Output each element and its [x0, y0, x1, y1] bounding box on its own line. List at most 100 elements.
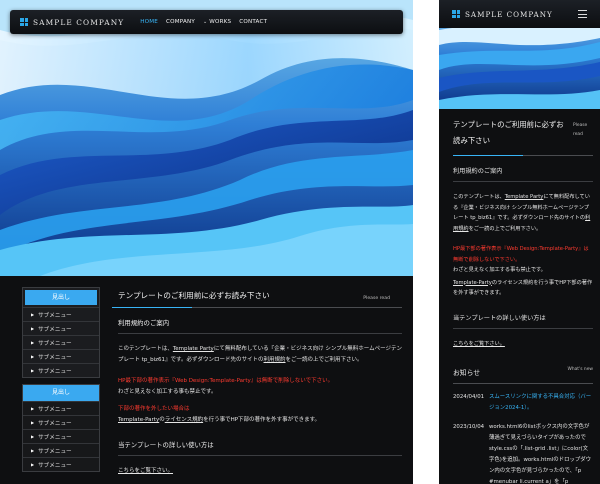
- mobile-section-heading-usage: 当テンプレートの詳しい使い方は: [453, 313, 593, 329]
- sidebar-item-label: サブメニュー: [38, 462, 72, 469]
- sidebar-item-label: サブメニュー: [38, 312, 72, 319]
- nav-company[interactable]: COMPANY: [166, 19, 195, 25]
- mobile-license-paragraph: Template-Partyのライセンス規約を行う事でHP下部の著作を外す事がで…: [453, 278, 593, 299]
- triangle-right-icon: ▶: [31, 406, 35, 411]
- mobile-page-title: テンプレートのご利用前に必ずお読み下さい: [453, 120, 564, 145]
- template-party-link[interactable]: Template Party: [173, 346, 214, 352]
- sidebar-box-2: 見出し ▶ サブメニュー ▶ サブメニュー ▶ サブメニュー ▶ サブメニュー ▶ サブメ…: [22, 384, 100, 472]
- triangle-right-icon: ▶: [31, 434, 35, 439]
- text: をご一読の上でご利用下さい。: [285, 357, 363, 363]
- sidebar-item[interactable]: ▶ サブメニュー: [23, 443, 99, 457]
- sidebar-item[interactable]: ▶ サブメニュー: [23, 415, 99, 429]
- license-paragraph: Template-Partyのライセンス規約を行う事でHP下部の著作を外す事がで…: [118, 415, 402, 426]
- triangle-right-icon: ▶: [31, 368, 35, 373]
- news-text: works.html6のlistボックス内の文字色が薄過ぎて見えづらいタイプがあ…: [489, 424, 592, 484]
- title-accent-line: [453, 155, 523, 156]
- sidebar-heading: 見出し: [23, 385, 99, 401]
- sidebar-item[interactable]: ▶ サブメニュー: [23, 321, 99, 335]
- usage-link[interactable]: こちらをご覧下さい。: [453, 341, 505, 347]
- mobile-section-heading-terms: 利用規約のご案内: [453, 166, 593, 182]
- mobile-preview: SAMPLE COMPANY テンプレートのご利用前に必ずお読み下さい Plea…: [439, 0, 600, 484]
- text: このテンプレートは、: [118, 346, 173, 352]
- triangle-right-icon: ▶: [31, 340, 35, 345]
- usage-paragraph: こちらをご覧下さい。: [118, 466, 402, 477]
- sidebar-item[interactable]: ▶ サブメニュー: [23, 401, 99, 415]
- sidebar-item-label: サブメニュー: [38, 448, 72, 455]
- mobile-terms-paragraph: このテンプレートは、Template Partyにて無料配布している『企業・ビジ…: [453, 192, 593, 234]
- news-heading-row: お知らせ What's new: [453, 367, 593, 384]
- mobile-copyright-warning: HP最下部の著作表示『Web Design:Template-Party』は無断…: [453, 246, 589, 263]
- triangle-right-icon: ▶: [31, 312, 35, 317]
- nav-works[interactable]: WORKS: [209, 19, 231, 25]
- hero-image: [0, 0, 413, 276]
- main-content: テンプレートのご利用前に必ずお読み下さい Please read 利用規約のご案…: [112, 290, 402, 477]
- main-menu: HOME COMPANY ⌄ WORKS CONTACT: [140, 19, 275, 25]
- top-navigation-bar: SAMPLE COMPANY HOME COMPANY ⌄ WORKS CONT…: [10, 10, 403, 34]
- terms-paragraph: このテンプレートは、Template Partyにて無料配布している『企業・ビジ…: [118, 344, 402, 366]
- triangle-right-icon: ▶: [31, 326, 35, 331]
- sidebar-item[interactable]: ▶ サブメニュー: [23, 349, 99, 363]
- logo-icon: [452, 10, 460, 18]
- sidebar-item[interactable]: ▶ サブメニュー: [23, 363, 99, 377]
- triangle-right-icon: ▶: [31, 448, 35, 453]
- news-item: 2024/04/01 スムースリンクに関する不具合対応（バージョン2024-1）…: [453, 392, 593, 414]
- no-hide-note: わざと見えなく加工する事も禁止です。: [118, 389, 217, 395]
- sidebar-item-label: サブメニュー: [38, 340, 72, 347]
- sidebar-item-label: サブメニュー: [38, 434, 72, 441]
- mobile-main-content: テンプレートのご利用前に必ずお読み下さい Please read 利用規約のご案…: [453, 117, 593, 484]
- triangle-right-icon: ▶: [31, 420, 35, 425]
- news-item: 2023/10/04 works.html6のlistボックス内の文字色が薄過ぎ…: [453, 422, 593, 484]
- text: このテンプレートは、: [453, 194, 505, 200]
- sidebar-heading: 見出し: [25, 290, 97, 305]
- mobile-page-title-row: テンプレートのご利用前に必ずお読み下さい Please read: [453, 117, 593, 156]
- usage-link[interactable]: こちらをご覧下さい。: [118, 468, 173, 474]
- text: をご一読の上でご利用下さい。: [468, 225, 542, 232]
- hero-wave-graphic: [0, 0, 413, 276]
- desktop-preview: SAMPLE COMPANY HOME COMPANY ⌄ WORKS CONT…: [0, 0, 413, 484]
- triangle-right-icon: ▶: [31, 354, 35, 359]
- sidebar: 見出し ▶ サブメニュー ▶ サブメニュー ▶ サブメニュー ▶ サブメニュー ▶ サブメ…: [22, 287, 100, 478]
- news-date: 2023/10/04: [453, 424, 485, 430]
- section-heading-terms: 利用規約のご案内: [118, 318, 402, 334]
- mobile-top-bar: SAMPLE COMPANY: [439, 0, 600, 28]
- remove-credit-note: 下部の著作を外したい場合は: [118, 406, 190, 412]
- sidebar-item[interactable]: ▶ サブメニュー: [23, 457, 99, 471]
- template-party-link-2[interactable]: Template-Party: [453, 280, 492, 286]
- news-date: 2024/04/01: [453, 394, 485, 400]
- mobile-usage-paragraph: こちらをご覧下さい。: [453, 339, 593, 350]
- sidebar-item-label: サブメニュー: [38, 354, 72, 361]
- sidebar-item-label: サブメニュー: [38, 326, 72, 333]
- sidebar-item[interactable]: ▶ サブメニュー: [23, 307, 99, 321]
- sidebar-item[interactable]: ▶ サブメニュー: [23, 335, 99, 349]
- sidebar-item-label: サブメニュー: [38, 420, 72, 427]
- sidebar-item[interactable]: ▶ サブメニュー: [23, 429, 99, 443]
- title-accent-line: [112, 307, 192, 308]
- news-heading: お知らせ: [453, 369, 481, 377]
- chevron-down-icon: ⌄: [203, 19, 208, 25]
- page-title-en: Please read: [363, 296, 390, 301]
- template-party-link[interactable]: Template Party: [505, 194, 544, 200]
- page-title-row: テンプレートのご利用前に必ずお読み下さい Please read: [112, 290, 402, 308]
- license-link[interactable]: ライセンス規約: [165, 417, 203, 423]
- text: を行う事でHP下部の著作を外す事ができます。: [203, 417, 321, 423]
- section-heading-usage: 当テンプレートの詳しい使い方は: [118, 440, 402, 456]
- mobile-page-title-en: Please read: [573, 123, 588, 137]
- template-party-link-2[interactable]: Template-Party: [118, 417, 159, 423]
- news-heading-en: What's new: [567, 367, 593, 372]
- news-text-link[interactable]: スムースリンクに関する不具合対応（バージョン2024-1）。: [489, 392, 593, 414]
- screenshot-canvas: SAMPLE COMPANY HOME COMPANY ⌄ WORKS CONT…: [0, 0, 600, 484]
- copyright-warning: HP最下部の著作表示『Web Design:Template-Party』は無断…: [118, 378, 334, 384]
- page-title: テンプレートのご利用前に必ずお読み下さい: [118, 291, 270, 300]
- hamburger-menu-icon[interactable]: [578, 10, 587, 18]
- nav-home[interactable]: HOME: [140, 19, 158, 25]
- nav-contact[interactable]: CONTACT: [239, 19, 267, 25]
- terms-link[interactable]: 利用規約: [264, 357, 286, 363]
- triangle-right-icon: ▶: [31, 462, 35, 467]
- mobile-no-hide-note: わざと見えなく加工する事も禁止です。: [453, 267, 546, 273]
- sidebar-box-1: 見出し ▶ サブメニュー ▶ サブメニュー ▶ サブメニュー ▶ サブメニュー ▶ サブメ…: [22, 287, 100, 378]
- logo-icon: [20, 18, 28, 26]
- sidebar-item-label: サブメニュー: [38, 368, 72, 375]
- company-logo-text[interactable]: SAMPLE COMPANY: [33, 18, 124, 27]
- sidebar-item-label: サブメニュー: [38, 406, 72, 413]
- company-logo-text[interactable]: SAMPLE COMPANY: [465, 10, 553, 19]
